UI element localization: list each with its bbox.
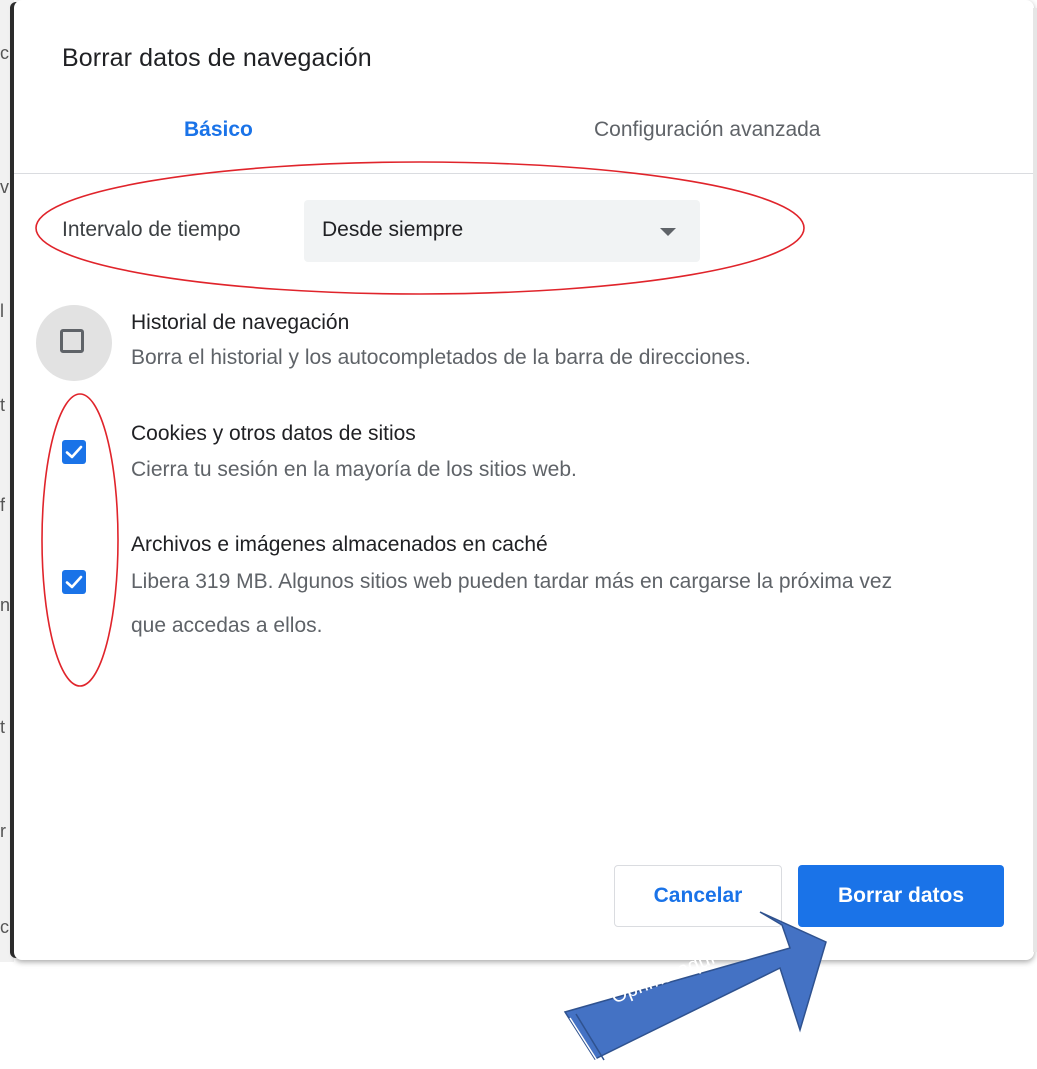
clear-data-button[interactable]: Borrar datos <box>798 865 1004 927</box>
option-title: Archivos e imágenes almacenados en caché <box>131 533 548 556</box>
background-page-edge: c v l t f n t r c <box>0 0 14 962</box>
dialog-title: Borrar datos de navegación <box>62 44 372 72</box>
backdrop-text-fragment: t <box>0 395 6 415</box>
cancel-button[interactable]: Cancelar <box>614 865 782 927</box>
checkbox-browsing-history[interactable] <box>36 305 112 381</box>
checkbox-box <box>62 570 86 594</box>
checkbox-box <box>62 440 86 464</box>
option-description: Libera 319 MB. Algunos sitios web pueden… <box>131 570 893 637</box>
dropdown-arrow-icon <box>660 228 676 236</box>
screenshot-stage: c v l t f n t r c Borrar datos de navega… <box>0 0 1037 1069</box>
time-range-label: Intervalo de tiempo <box>62 218 241 241</box>
time-range-select[interactable]: Desde siempre <box>304 200 700 262</box>
clear-browsing-data-dialog: Borrar datos de navegación Básico Config… <box>14 0 1034 960</box>
arrow-stripe <box>569 1017 599 1063</box>
backdrop-text-fragment: c <box>0 43 9 63</box>
option-title: Historial de navegación <box>131 311 350 334</box>
backdrop-text-fragment: c <box>0 917 9 937</box>
backdrop-text-fragment: n <box>0 595 10 615</box>
checkbox-cached-files[interactable] <box>58 566 94 602</box>
checkbox-box <box>60 329 84 353</box>
backdrop-text-fragment: l <box>0 301 4 321</box>
option-description: Borra el historial y los autocompletados… <box>131 346 751 369</box>
backdrop-text-fragment: t <box>0 717 6 737</box>
time-range-value: Desde siempre <box>322 218 464 241</box>
backdrop-text-fragment: v <box>0 177 9 197</box>
checkbox-cookies[interactable] <box>58 436 94 472</box>
tab-basic[interactable]: Básico <box>184 118 253 142</box>
backdrop-text-fragment: r <box>0 821 6 841</box>
arrow-stripe <box>575 1013 605 1061</box>
checkmark-icon <box>65 445 83 459</box>
tab-advanced[interactable]: Configuración avanzada <box>594 118 821 142</box>
backdrop-text-fragment: f <box>0 495 6 515</box>
tabs-divider <box>14 173 1034 174</box>
checkmark-icon <box>65 575 83 589</box>
background-page-edge-right <box>1033 8 1037 952</box>
option-title: Cookies y otros datos de sitios <box>131 422 416 445</box>
option-description: Cierra tu sesión en la mayoría de los si… <box>131 458 577 481</box>
